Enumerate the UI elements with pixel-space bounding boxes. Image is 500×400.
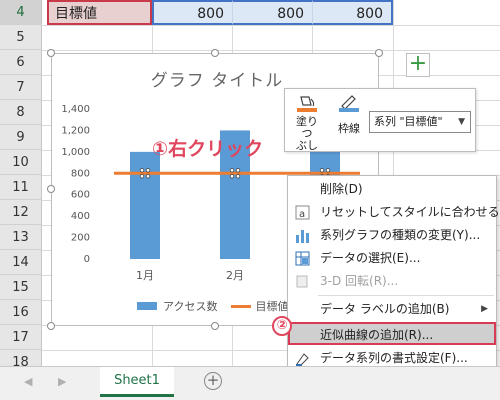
- format-mini-toolbar: 塗りつ ぶし 枠線 系列 "目標値" ▼: [284, 88, 476, 152]
- menu-item-label: 削除(D): [320, 182, 363, 196]
- selection-dot: [325, 168, 331, 173]
- row-header-17[interactable]: 17: [0, 325, 42, 350]
- menu-item-label: データ ラベルの追加(B): [320, 302, 450, 316]
- menu-item-select-data[interactable]: データの選択(E)...: [288, 247, 496, 270]
- row-header-13[interactable]: 13: [0, 225, 42, 250]
- row-header-7[interactable]: 7: [0, 75, 42, 100]
- chart-legend[interactable]: アクセス数 目標値: [137, 298, 288, 314]
- selection-dot: [139, 174, 145, 179]
- selection-dot: [319, 168, 325, 173]
- row-header-16[interactable]: 16: [0, 300, 42, 325]
- sheet-tab[interactable]: Sheet1: [100, 367, 174, 397]
- series-select[interactable]: 系列 "目標値" ▼: [369, 111, 471, 133]
- row-header-11[interactable]: 11: [0, 175, 42, 200]
- row-header-12[interactable]: 12: [0, 200, 42, 225]
- outline-label: 枠線: [338, 122, 360, 135]
- target-value-cell[interactable]: 800: [152, 0, 232, 25]
- svg-text:a: a: [299, 209, 305, 220]
- chart-elements-button[interactable]: +: [406, 53, 430, 77]
- submenu-arrow-icon: ▶: [481, 304, 488, 314]
- menu-item-label: データの選択(E)...: [320, 251, 421, 265]
- reset-style-icon: a: [294, 204, 311, 221]
- scroll-right-icon[interactable]: ▶: [58, 375, 66, 388]
- menu-item-label: 近似曲線の追加(R)...: [320, 328, 434, 342]
- row-header-9[interactable]: 9: [0, 125, 42, 150]
- row-header-10[interactable]: 10: [0, 150, 42, 175]
- fill-label-2: ぶし: [296, 139, 318, 152]
- context-menu: 削除(D) a リセットしてスタイルに合わせる(A) 系列グラフの種類の変更(Y…: [287, 175, 500, 375]
- menu-item-label: 3-D 回転(R)...: [320, 274, 399, 288]
- row-header-5[interactable]: 5: [0, 25, 42, 50]
- y-tick-label: 800: [71, 168, 90, 179]
- x-category-label: 2月: [226, 269, 244, 282]
- legend-line-swatch: [231, 304, 252, 308]
- menu-separator: [318, 295, 494, 296]
- selection-dot: [139, 168, 145, 173]
- menu-item-delete[interactable]: 削除(D): [288, 178, 496, 201]
- series-select-value: 系列 "目標値": [374, 115, 443, 128]
- row-header-15[interactable]: 15: [0, 275, 42, 300]
- menu-item-reset-style[interactable]: a リセットしてスタイルに合わせる(A): [288, 201, 500, 224]
- menu-item-add-trendline[interactable]: 近似曲線の追加(R)...: [288, 322, 496, 345]
- sheet-tab-bar: ◀ ▶ Sheet1 +: [0, 366, 500, 400]
- target-label-cell[interactable]: 目標値: [47, 0, 152, 25]
- menu-item-label: リセットしてスタイルに合わせる(A): [320, 205, 500, 219]
- chevron-down-icon: ▼: [458, 117, 465, 127]
- resize-handle[interactable]: [47, 49, 55, 57]
- menu-item-change-chart-type[interactable]: 系列グラフの種類の変更(Y)...: [288, 224, 496, 247]
- resize-handle[interactable]: [211, 49, 219, 57]
- row-header-6[interactable]: 6: [0, 50, 42, 75]
- resize-handle[interactable]: [211, 322, 219, 330]
- bar: [130, 151, 160, 259]
- row-header-4[interactable]: 4: [0, 0, 42, 25]
- 3d-rotate-icon: [294, 273, 311, 290]
- legend-bar-swatch: [137, 302, 157, 310]
- select-data-icon: [294, 250, 311, 267]
- resize-handle[interactable]: [375, 49, 383, 57]
- y-tick-label: 1,200: [61, 125, 90, 136]
- y-tick-label: 600: [71, 190, 90, 201]
- annotation-step2: ②: [272, 316, 292, 336]
- fill-label-1: 塗りつ: [296, 115, 318, 140]
- target-value-cell[interactable]: 800: [312, 0, 393, 25]
- resize-handle[interactable]: [47, 185, 55, 193]
- target-value-cell[interactable]: 800: [232, 0, 312, 25]
- selection-dot: [145, 168, 151, 173]
- annotation-step1: ①右クリック: [152, 138, 264, 160]
- fill-tool[interactable]: 塗りつ ぶし: [293, 93, 321, 152]
- gridline: [42, 25, 500, 26]
- y-tick-label: 0: [84, 254, 90, 265]
- legend-bar-label: アクセス数: [163, 300, 218, 313]
- menu-item-add-data-labels[interactable]: データ ラベルの追加(B) ▶: [288, 298, 496, 321]
- outline-pen-icon: [339, 95, 359, 112]
- legend-line-label: 目標値: [255, 300, 289, 313]
- row-header-8[interactable]: 8: [0, 100, 42, 125]
- fill-bucket-icon: [297, 96, 317, 112]
- y-tick-label: 200: [71, 233, 90, 244]
- gridline: [42, 50, 500, 51]
- selection-dot: [229, 168, 235, 173]
- scroll-left-icon[interactable]: ◀: [24, 375, 32, 388]
- resize-handle[interactable]: [47, 322, 55, 330]
- row-header-14[interactable]: 14: [0, 250, 42, 275]
- format-series-icon: [294, 350, 311, 367]
- selection-dot: [145, 174, 151, 179]
- menu-item-3d-rotation: 3-D 回転(R)...: [288, 270, 496, 293]
- x-category-label: 1月: [136, 269, 154, 282]
- menu-item-label: 系列グラフの種類の変更(Y)...: [320, 228, 481, 242]
- chart-type-icon: [294, 227, 311, 244]
- selection-dot: [235, 174, 241, 179]
- add-sheet-icon[interactable]: +: [204, 372, 222, 390]
- y-tick-label: 1,000: [61, 147, 90, 158]
- y-tick-label: 400: [71, 211, 90, 222]
- selection-dot: [229, 174, 235, 179]
- selection-dot: [235, 168, 241, 173]
- y-tick-label: 1,400: [61, 104, 90, 115]
- outline-tool[interactable]: 枠線: [335, 93, 363, 136]
